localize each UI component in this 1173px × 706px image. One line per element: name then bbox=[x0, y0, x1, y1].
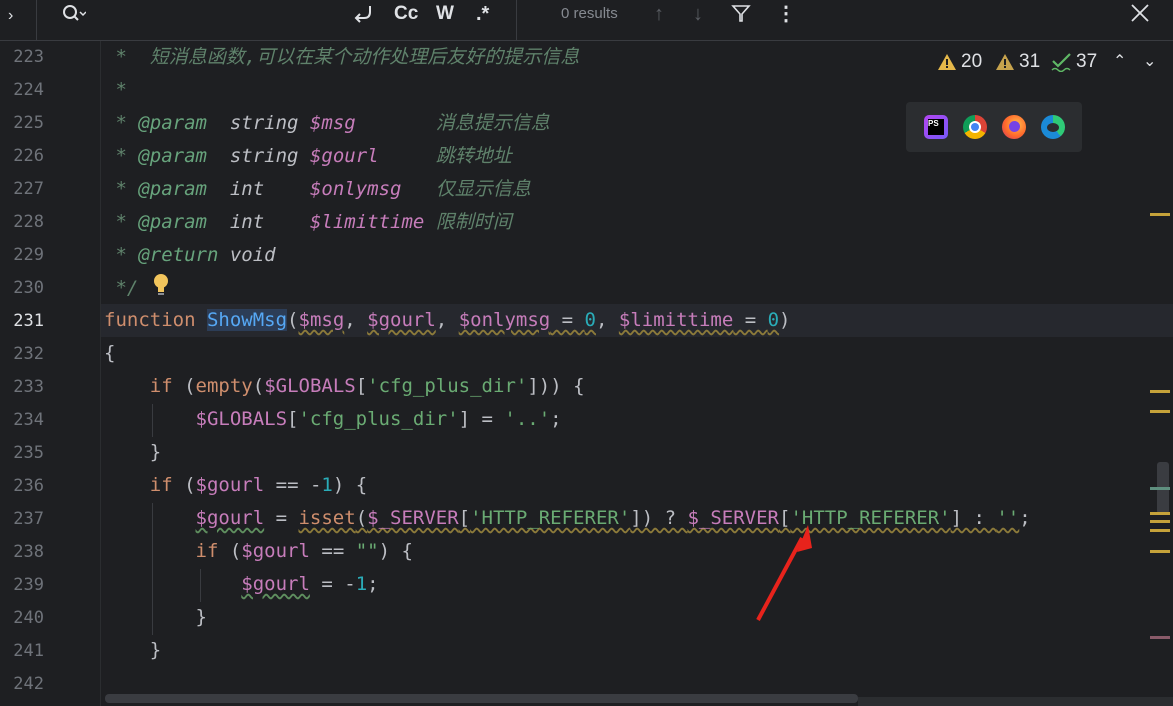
horizontal-scrollbar-thumb[interactable] bbox=[105, 694, 858, 703]
horizontal-scrollbar-track[interactable] bbox=[858, 697, 1173, 706]
annotation-arrow bbox=[756, 525, 812, 621]
